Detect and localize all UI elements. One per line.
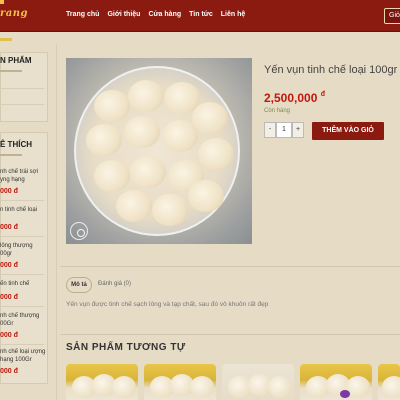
- sidebar-product-price: 000 đ: [0, 368, 18, 375]
- sidebar-favorites-title: Ê THÍCH: [0, 140, 32, 149]
- product-image[interactable]: [66, 58, 252, 244]
- product-price-value: 2,500,000: [264, 91, 318, 105]
- sidebar-title-underline: [0, 70, 22, 72]
- related-product-image[interactable]: [300, 364, 372, 400]
- sidebar-product-price: 000 đ: [0, 224, 18, 231]
- sidebar-divider: [0, 236, 44, 237]
- sidebar-divider: [0, 200, 44, 201]
- sidebar-product-price: 000 đ: [0, 332, 18, 339]
- content-divider: [56, 44, 57, 400]
- sidebar-divider: [0, 88, 44, 89]
- section-divider: [60, 334, 400, 335]
- product-title: Yến vụn tinh chế loại 100gr: [264, 64, 398, 76]
- cart-button[interactable]: Giỏ: [384, 8, 400, 24]
- stock-status: Còn hàng: [264, 108, 291, 114]
- sub-bar-accent: [0, 38, 12, 41]
- nav-news[interactable]: Tin tức: [189, 11, 213, 18]
- site-logo[interactable]: rang: [0, 8, 28, 19]
- zoom-icon[interactable]: [70, 222, 88, 240]
- sidebar-divider: [0, 306, 44, 307]
- related-product-image[interactable]: [66, 364, 138, 400]
- sidebar-product-name[interactable]: n tinh chế loại: [0, 206, 46, 214]
- sidebar-divider: [0, 104, 44, 105]
- related-product-image[interactable]: [144, 364, 216, 400]
- related-product-image[interactable]: [378, 364, 400, 400]
- product-description: Yến vụn được tinh chế sạch lông và tạp c…: [66, 301, 269, 308]
- quantity-decrease-button[interactable]: -: [264, 122, 276, 138]
- section-divider: [60, 266, 400, 267]
- sidebar-product-price: 000 đ: [0, 188, 18, 195]
- sidebar-product-name[interactable]: nh chế loại ượng hạng 100Gr: [0, 348, 46, 364]
- tab-reviews[interactable]: Đánh giá (0): [98, 281, 131, 287]
- sidebar-divider: [0, 344, 44, 345]
- main-nav: Trang chủ Giới thiệu Cửa hàng Tin tức Li…: [66, 11, 245, 18]
- sidebar-product-name[interactable]: nh chế thượng 00Gr: [0, 312, 46, 328]
- sub-bar: [0, 32, 400, 42]
- tab-description[interactable]: Mô tả: [66, 277, 92, 293]
- sidebar-title-underline: [0, 154, 22, 156]
- site-header: rang Trang chủ Giới thiệu Cửa hàng Tin t…: [0, 0, 400, 32]
- sidebar-product-price: 000 đ: [0, 262, 18, 269]
- sidebar-product-price: 000 đ: [0, 294, 18, 301]
- sidebar-product-name[interactable]: nh chế trái sợi yng hạng: [0, 168, 46, 184]
- sidebar-product-name[interactable]: ến tinh chế: [0, 280, 46, 288]
- sidebar-categories-title: N PHẨM: [0, 56, 32, 65]
- related-product-image[interactable]: [222, 364, 294, 400]
- nav-about[interactable]: Giới thiệu: [107, 11, 140, 18]
- related-products-title: SẢN PHẨM TƯƠNG TỰ: [66, 342, 186, 353]
- add-to-cart-button[interactable]: THÊM VÀO GIỎ: [312, 122, 384, 140]
- quantity-input[interactable]: 1: [276, 122, 292, 138]
- nav-contact[interactable]: Liên hệ: [221, 11, 246, 18]
- flower-decoration: [340, 390, 350, 398]
- sidebar-divider: [0, 274, 44, 275]
- sidebar-product-name[interactable]: lông thượng 00gr: [0, 242, 46, 258]
- nav-home[interactable]: Trang chủ: [66, 11, 99, 18]
- nav-shop[interactable]: Cửa hàng: [148, 11, 181, 18]
- currency-symbol: đ: [320, 91, 326, 98]
- nest-tray-image: [74, 66, 240, 236]
- product-price: 2,500,000 đ: [264, 91, 325, 105]
- quantity-increase-button[interactable]: +: [292, 122, 304, 138]
- logo-mark: [0, 0, 4, 4]
